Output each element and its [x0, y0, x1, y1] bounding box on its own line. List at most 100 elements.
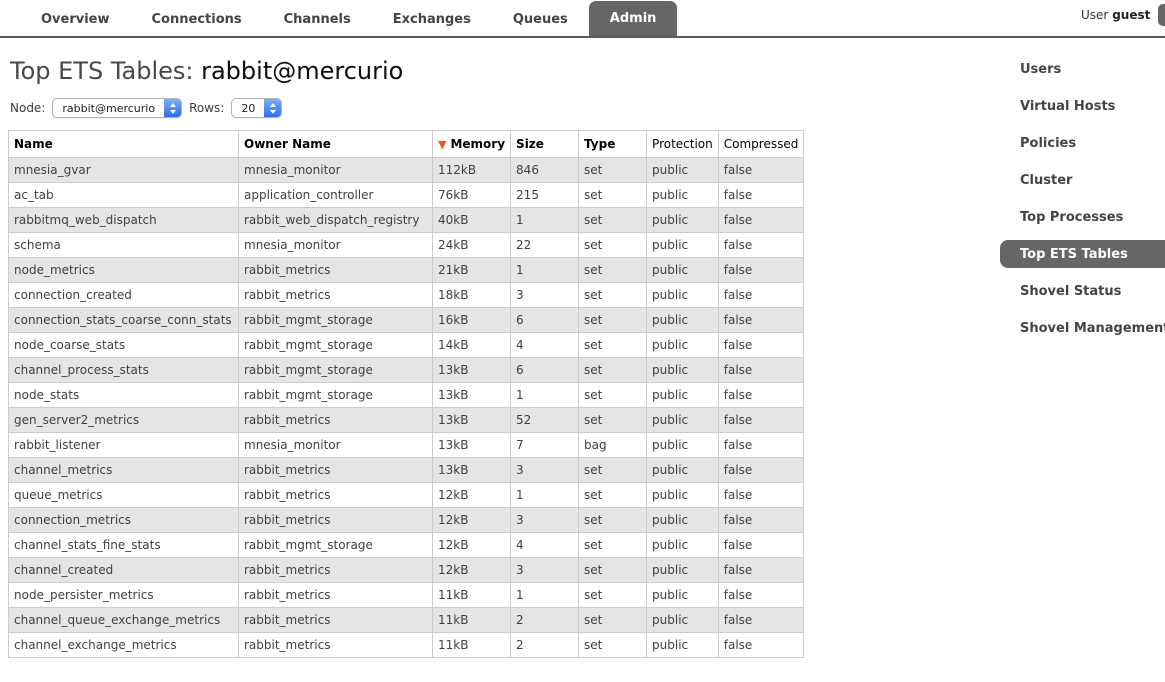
- cell-size: 1: [511, 208, 579, 233]
- column-header-label: Name: [14, 137, 53, 151]
- column-header-type[interactable]: Type: [579, 131, 647, 158]
- cell-type: set: [579, 283, 647, 308]
- cell-owner: rabbit_mgmt_storage: [239, 308, 433, 333]
- cell-protection: public: [647, 358, 719, 383]
- tab-connections[interactable]: Connections: [131, 3, 263, 36]
- sidebar-item-policies[interactable]: Policies: [1005, 129, 1165, 157]
- column-header-name[interactable]: Name: [9, 131, 239, 158]
- cell-name: rabbitmq_web_dispatch: [9, 208, 239, 233]
- user-name: guest: [1112, 8, 1150, 22]
- cell-protection: public: [647, 233, 719, 258]
- cell-compressed: false: [718, 333, 804, 358]
- cell-name: channel_exchange_metrics: [9, 633, 239, 658]
- column-header-label: Type: [584, 137, 615, 151]
- cell-memory: 13kB: [433, 358, 511, 383]
- sidebar-item-users[interactable]: Users: [1005, 55, 1165, 83]
- cell-protection: public: [647, 283, 719, 308]
- cell-type: set: [579, 408, 647, 433]
- cell-owner: mnesia_monitor: [239, 433, 433, 458]
- cell-size: 52: [511, 408, 579, 433]
- cell-memory: 40kB: [433, 208, 511, 233]
- cell-size: 846: [511, 158, 579, 183]
- cell-owner: rabbit_metrics: [239, 458, 433, 483]
- table-row: channel_createdrabbit_metrics12kB3setpub…: [9, 558, 804, 583]
- tab-channels[interactable]: Channels: [263, 3, 372, 36]
- cell-memory: 24kB: [433, 233, 511, 258]
- logout-button[interactable]: Log out: [1158, 4, 1165, 26]
- cell-owner: rabbit_mgmt_storage: [239, 333, 433, 358]
- cell-name: node_coarse_stats: [9, 333, 239, 358]
- sidebar-item-top-processes[interactable]: Top Processes: [1005, 203, 1165, 231]
- table-body: mnesia_gvarmnesia_monitor112kB846setpubl…: [9, 158, 804, 658]
- sidebar-item-shovel-management[interactable]: Shovel Management: [1005, 314, 1165, 342]
- cell-memory: 13kB: [433, 383, 511, 408]
- sidebar-item-shovel-status[interactable]: Shovel Status: [1005, 277, 1165, 305]
- sort-desc-icon: ▼: [438, 138, 446, 151]
- ets-tables-table: Name Owner Name ▼ Memory Size Type Protection C…: [8, 130, 804, 658]
- cell-name: mnesia_gvar: [9, 158, 239, 183]
- cell-name: node_stats: [9, 383, 239, 408]
- column-header-size[interactable]: Size: [511, 131, 579, 158]
- cell-type: set: [579, 383, 647, 408]
- cell-compressed: false: [718, 558, 804, 583]
- column-header-label: Compressed: [724, 137, 799, 151]
- tab-overview[interactable]: Overview: [20, 3, 131, 36]
- cell-memory: 12kB: [433, 533, 511, 558]
- cell-compressed: false: [718, 208, 804, 233]
- cell-compressed: false: [718, 158, 804, 183]
- cell-size: 6: [511, 358, 579, 383]
- cell-size: 1: [511, 583, 579, 608]
- column-header-protection: Protection: [647, 131, 719, 158]
- cell-name: channel_stats_fine_stats: [9, 533, 239, 558]
- cell-owner: rabbit_metrics: [239, 408, 433, 433]
- cell-protection: public: [647, 408, 719, 433]
- cell-name: node_persister_metrics: [9, 583, 239, 608]
- sidebar-item-virtual-hosts[interactable]: Virtual Hosts: [1005, 92, 1165, 120]
- sidebar-item-cluster[interactable]: Cluster: [1005, 166, 1165, 194]
- cell-type: bag: [579, 433, 647, 458]
- cell-owner: application_controller: [239, 183, 433, 208]
- cell-owner: rabbit_mgmt_storage: [239, 533, 433, 558]
- cell-name: channel_metrics: [9, 458, 239, 483]
- table-row: node_persister_metricsrabbit_metrics11kB…: [9, 583, 804, 608]
- cell-memory: 16kB: [433, 308, 511, 333]
- column-header-memory[interactable]: ▼ Memory: [433, 131, 511, 158]
- cell-name: node_metrics: [9, 258, 239, 283]
- cell-type: set: [579, 258, 647, 283]
- table-row: schemamnesia_monitor24kB22setpublicfalse: [9, 233, 804, 258]
- cell-memory: 11kB: [433, 608, 511, 633]
- cell-type: set: [579, 183, 647, 208]
- cell-compressed: false: [718, 433, 804, 458]
- cell-memory: 18kB: [433, 283, 511, 308]
- tab-admin[interactable]: Admin: [589, 1, 678, 36]
- cell-protection: public: [647, 183, 719, 208]
- column-header-owner[interactable]: Owner Name: [239, 131, 433, 158]
- sidebar-item-top-ets-tables[interactable]: Top ETS Tables: [1000, 240, 1165, 268]
- node-select[interactable]: rabbit@mercurio: [52, 98, 182, 118]
- cell-memory: 112kB: [433, 158, 511, 183]
- cell-name: ac_tab: [9, 183, 239, 208]
- cell-memory: 11kB: [433, 583, 511, 608]
- column-header-label: Protection: [652, 137, 713, 151]
- cell-memory: 13kB: [433, 433, 511, 458]
- tab-exchanges[interactable]: Exchanges: [372, 3, 492, 36]
- cell-size: 1: [511, 383, 579, 408]
- cell-name: channel_created: [9, 558, 239, 583]
- table-row: mnesia_gvarmnesia_monitor112kB846setpubl…: [9, 158, 804, 183]
- cell-compressed: false: [718, 283, 804, 308]
- cell-name: connection_stats_coarse_conn_stats: [9, 308, 239, 333]
- node-select-value: rabbit@mercurio: [53, 99, 164, 117]
- cell-compressed: false: [718, 458, 804, 483]
- cell-memory: 11kB: [433, 633, 511, 658]
- cell-type: set: [579, 533, 647, 558]
- cell-memory: 21kB: [433, 258, 511, 283]
- table-row: connection_createdrabbit_metrics18kB3set…: [9, 283, 804, 308]
- cell-memory: 12kB: [433, 483, 511, 508]
- rows-select[interactable]: 20: [231, 98, 282, 118]
- table-row: channel_stats_fine_statsrabbit_mgmt_stor…: [9, 533, 804, 558]
- cell-protection: public: [647, 508, 719, 533]
- cell-type: set: [579, 508, 647, 533]
- tab-queues[interactable]: Queues: [492, 3, 589, 36]
- column-header-label: Memory: [450, 137, 505, 151]
- table-header-row: Name Owner Name ▼ Memory Size Type Protection C…: [9, 131, 804, 158]
